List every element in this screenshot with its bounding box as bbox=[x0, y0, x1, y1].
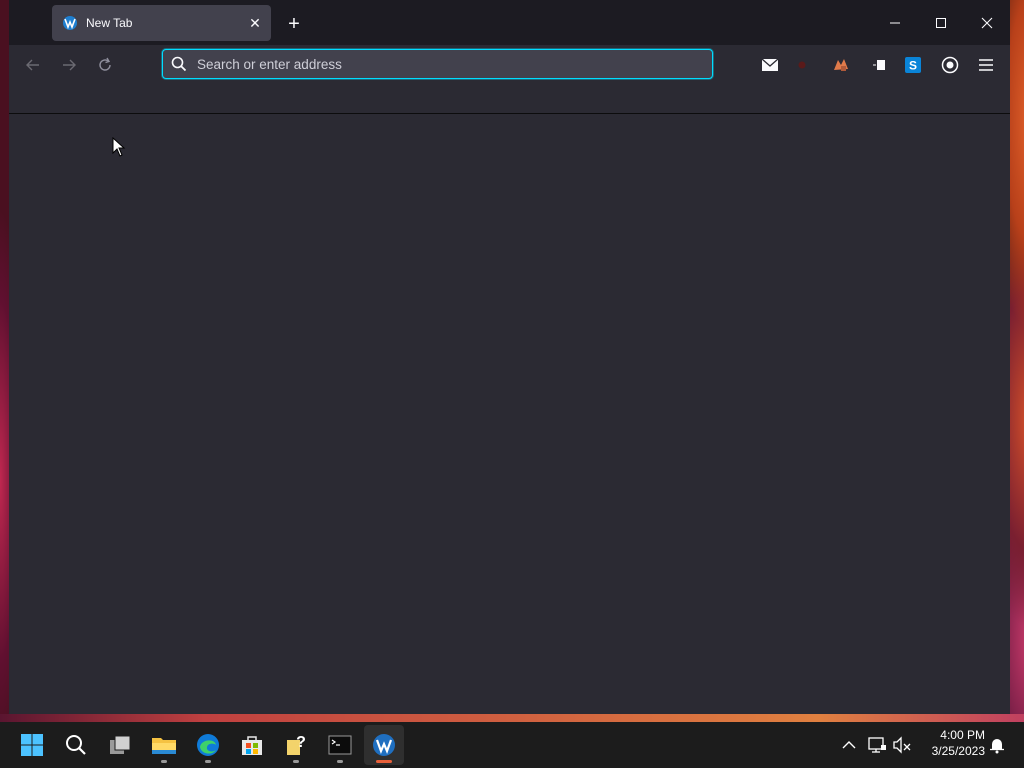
mail-icon bbox=[761, 58, 779, 71]
folder-icon bbox=[152, 738, 176, 754]
account-icon bbox=[941, 56, 959, 74]
chevron-up-icon bbox=[842, 741, 856, 749]
fox-icon bbox=[834, 59, 848, 71]
svg-text:?: ? bbox=[296, 734, 306, 751]
minimize-button[interactable] bbox=[872, 0, 918, 45]
task-view-button[interactable] bbox=[100, 725, 140, 765]
forward-arrow-icon bbox=[63, 59, 76, 71]
forward-button[interactable] bbox=[55, 51, 83, 79]
page-content bbox=[9, 114, 1010, 714]
waterfox-icon bbox=[62, 15, 78, 31]
mouse-cursor-icon bbox=[112, 137, 126, 157]
store-icon bbox=[242, 736, 262, 755]
browser-window: New Tab ✕ + Search or enter address S bbox=[9, 0, 1010, 714]
running-indicator bbox=[293, 760, 299, 763]
address-bar[interactable] bbox=[162, 49, 713, 79]
notification-bell-icon bbox=[990, 739, 1004, 754]
back-button[interactable] bbox=[19, 51, 47, 79]
mail-extension-button[interactable] bbox=[758, 53, 782, 77]
wallpaper-strip bbox=[0, 714, 1024, 722]
search-input[interactable] bbox=[195, 55, 712, 73]
maximize-button[interactable] bbox=[918, 0, 964, 45]
close-icon bbox=[981, 17, 993, 28]
reload-button[interactable] bbox=[91, 51, 119, 79]
edge-icon bbox=[197, 734, 219, 756]
volume-muted-icon bbox=[893, 736, 911, 754]
edge-button[interactable] bbox=[188, 725, 228, 765]
bookmarks-toolbar bbox=[9, 85, 1010, 114]
tab-close-icon[interactable]: ✕ bbox=[243, 11, 267, 35]
taskbar: ? 4:00 PM 3/25/2023 bbox=[0, 722, 1024, 768]
windows-logo-icon bbox=[21, 734, 43, 756]
new-tab-button[interactable]: + bbox=[281, 11, 307, 37]
nav-toolbar: S bbox=[9, 45, 1010, 85]
reload-icon bbox=[99, 57, 111, 71]
terminal-button[interactable] bbox=[320, 725, 360, 765]
help-icon: ? bbox=[287, 734, 306, 755]
note-icon bbox=[873, 60, 885, 70]
clock-time: 4:00 PM bbox=[940, 728, 985, 742]
titlebar: New Tab ✕ + bbox=[9, 0, 1010, 45]
running-indicator bbox=[337, 760, 343, 763]
running-indicator bbox=[161, 760, 167, 763]
active-indicator bbox=[376, 760, 392, 763]
tab-title: New Tab bbox=[86, 16, 133, 30]
volume-button[interactable] bbox=[891, 734, 913, 756]
close-window-button[interactable] bbox=[964, 0, 1010, 45]
network-icon bbox=[868, 737, 886, 753]
hamburger-menu-icon bbox=[979, 59, 993, 71]
clock-date: 3/25/2023 bbox=[931, 744, 985, 758]
file-explorer-button[interactable] bbox=[144, 725, 184, 765]
notification-button[interactable] bbox=[986, 734, 1008, 756]
waterfox-taskbar-button[interactable] bbox=[364, 725, 404, 765]
skype-extension-button[interactable]: S bbox=[901, 53, 925, 77]
svg-text:S: S bbox=[909, 59, 917, 73]
back-arrow-icon bbox=[26, 59, 39, 71]
notes-extension-button[interactable] bbox=[867, 53, 891, 77]
running-indicator bbox=[205, 760, 211, 763]
red-extension-button[interactable] bbox=[790, 53, 814, 77]
tab-new-tab[interactable]: New Tab ✕ bbox=[52, 5, 271, 41]
search-icon bbox=[171, 56, 187, 72]
maximize-icon bbox=[936, 17, 946, 28]
waterfox-icon bbox=[373, 734, 395, 756]
search-icon bbox=[66, 735, 86, 755]
app-menu-button[interactable] bbox=[974, 53, 998, 77]
account-button[interactable] bbox=[938, 53, 962, 77]
show-hidden-icons-button[interactable] bbox=[838, 734, 860, 756]
start-button[interactable] bbox=[12, 725, 52, 765]
store-button[interactable] bbox=[232, 725, 272, 765]
skype-icon: S bbox=[905, 57, 921, 73]
taskbar-search-button[interactable] bbox=[56, 725, 96, 765]
network-button[interactable] bbox=[866, 734, 888, 756]
help-app-button[interactable]: ? bbox=[276, 725, 316, 765]
clock[interactable]: 4:00 PM 3/25/2023 bbox=[915, 727, 985, 759]
minimize-icon bbox=[890, 22, 900, 23]
terminal-icon bbox=[328, 735, 352, 755]
fox-extension-button[interactable] bbox=[829, 53, 853, 77]
task-view-icon bbox=[110, 735, 131, 754]
red-dot-icon bbox=[798, 61, 806, 69]
